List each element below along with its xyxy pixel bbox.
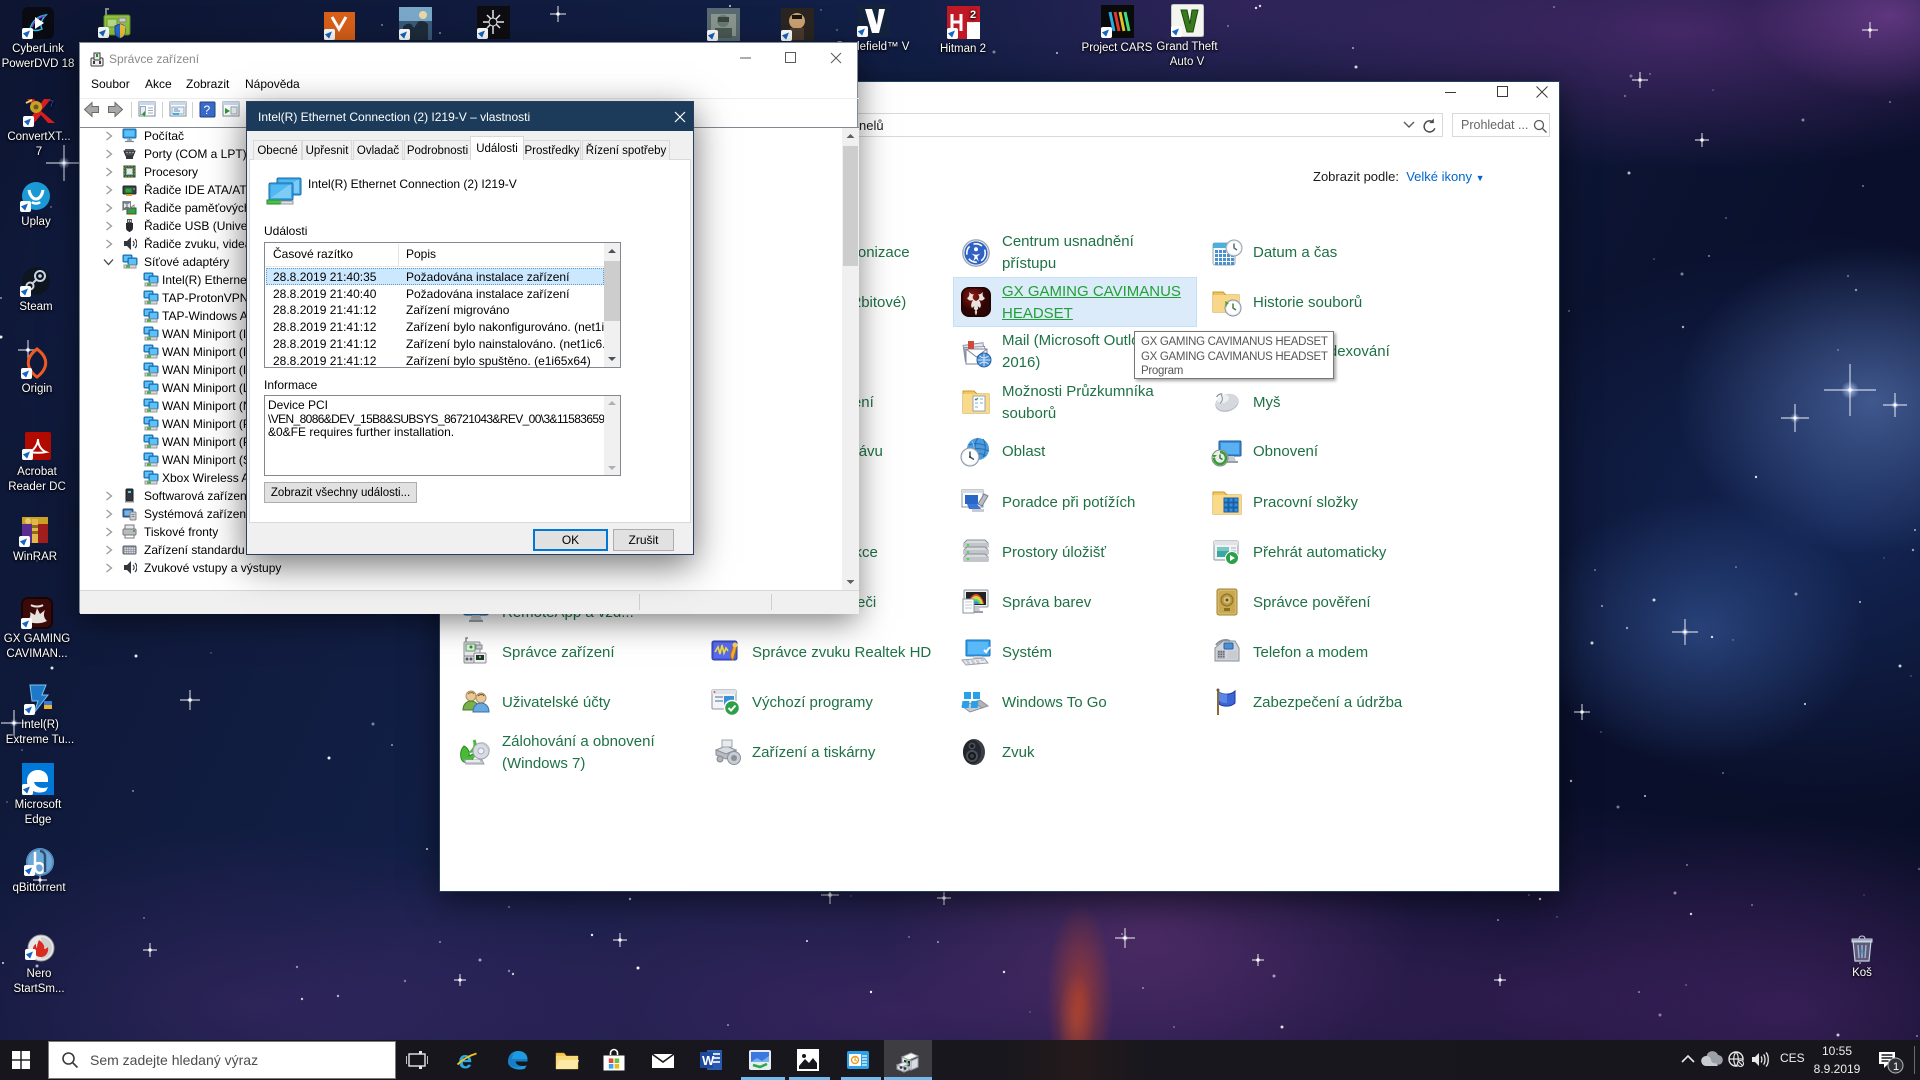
svg-text:?: ?: [204, 103, 211, 117]
svg-text:e: e: [458, 1048, 472, 1072]
svg-text:1: 1: [1893, 1061, 1899, 1073]
svg-text:2: 2: [970, 9, 976, 21]
svg-text:W: W: [702, 1053, 715, 1068]
svg-text:7: 7: [49, 99, 54, 109]
